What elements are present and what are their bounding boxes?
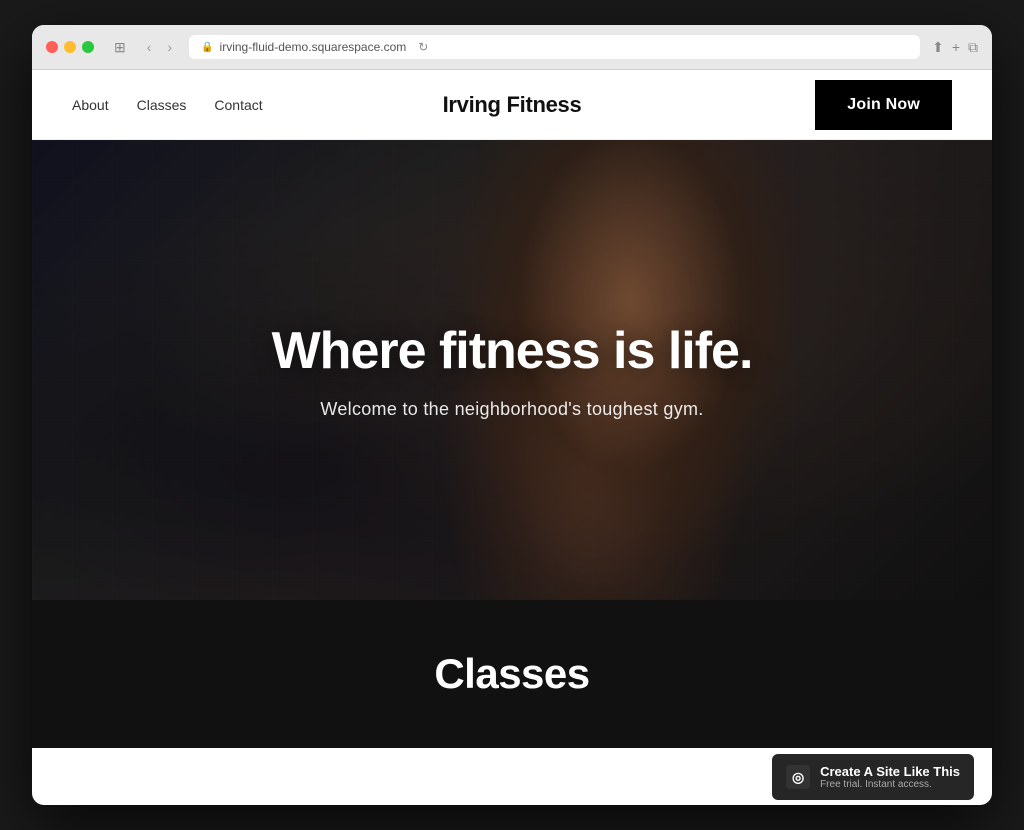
hero-subtitle: Welcome to the neighborhood's toughest g… bbox=[272, 399, 753, 420]
squarespace-logo: ◎ bbox=[786, 765, 810, 789]
browser-controls: ⊞ bbox=[110, 37, 130, 58]
dot-minimize[interactable] bbox=[64, 41, 76, 53]
ss-sub-text: Free trial. Instant access. bbox=[820, 779, 960, 790]
url-text: irving-fluid-demo.squarespace.com bbox=[220, 40, 407, 54]
browser-actions: ⬆ + ⧉ bbox=[932, 39, 978, 56]
classes-section: Classes bbox=[32, 600, 992, 748]
browser-dots bbox=[46, 41, 94, 53]
forward-button[interactable]: › bbox=[162, 37, 177, 57]
refresh-icon[interactable]: ↻ bbox=[418, 40, 428, 54]
new-tab-icon[interactable]: + bbox=[952, 39, 960, 55]
nav-contact[interactable]: Contact bbox=[214, 97, 262, 113]
nav-classes[interactable]: Classes bbox=[137, 97, 187, 113]
dot-fullscreen[interactable] bbox=[82, 41, 94, 53]
classes-title: Classes bbox=[72, 650, 952, 698]
dot-close[interactable] bbox=[46, 41, 58, 53]
back-button[interactable]: ‹ bbox=[142, 37, 157, 57]
hero-content: Where fitness is life. Welcome to the ne… bbox=[272, 321, 753, 420]
ss-badge-text: Create A Site Like This Free trial. Inst… bbox=[820, 764, 960, 790]
browser-window: ⊞ ‹ › 🔒 irving-fluid-demo.squarespace.co… bbox=[32, 25, 992, 805]
hero-section: Where fitness is life. Welcome to the ne… bbox=[32, 140, 992, 600]
window-grid-icon[interactable]: ⊞ bbox=[110, 37, 130, 58]
join-now-button[interactable]: Join Now bbox=[815, 80, 952, 130]
tabs-icon[interactable]: ⧉ bbox=[968, 39, 978, 56]
share-icon[interactable]: ⬆ bbox=[932, 39, 944, 56]
address-bar[interactable]: 🔒 irving-fluid-demo.squarespace.com ↻ bbox=[189, 35, 920, 59]
hero-title: Where fitness is life. bbox=[272, 321, 753, 381]
nav-about[interactable]: About bbox=[72, 97, 109, 113]
browser-nav: ‹ › bbox=[142, 37, 177, 57]
browser-chrome: ⊞ ‹ › 🔒 irving-fluid-demo.squarespace.co… bbox=[32, 25, 992, 70]
site-navigation: About Classes Contact Irving Fitness Joi… bbox=[32, 70, 992, 140]
ss-main-text: Create A Site Like This bbox=[820, 764, 960, 779]
squarespace-badge[interactable]: ◎ Create A Site Like This Free trial. In… bbox=[772, 754, 974, 800]
site-title: Irving Fitness bbox=[443, 92, 582, 118]
lock-icon: 🔒 bbox=[201, 42, 213, 53]
nav-links: About Classes Contact bbox=[72, 97, 263, 113]
website-content: About Classes Contact Irving Fitness Joi… bbox=[32, 70, 992, 748]
